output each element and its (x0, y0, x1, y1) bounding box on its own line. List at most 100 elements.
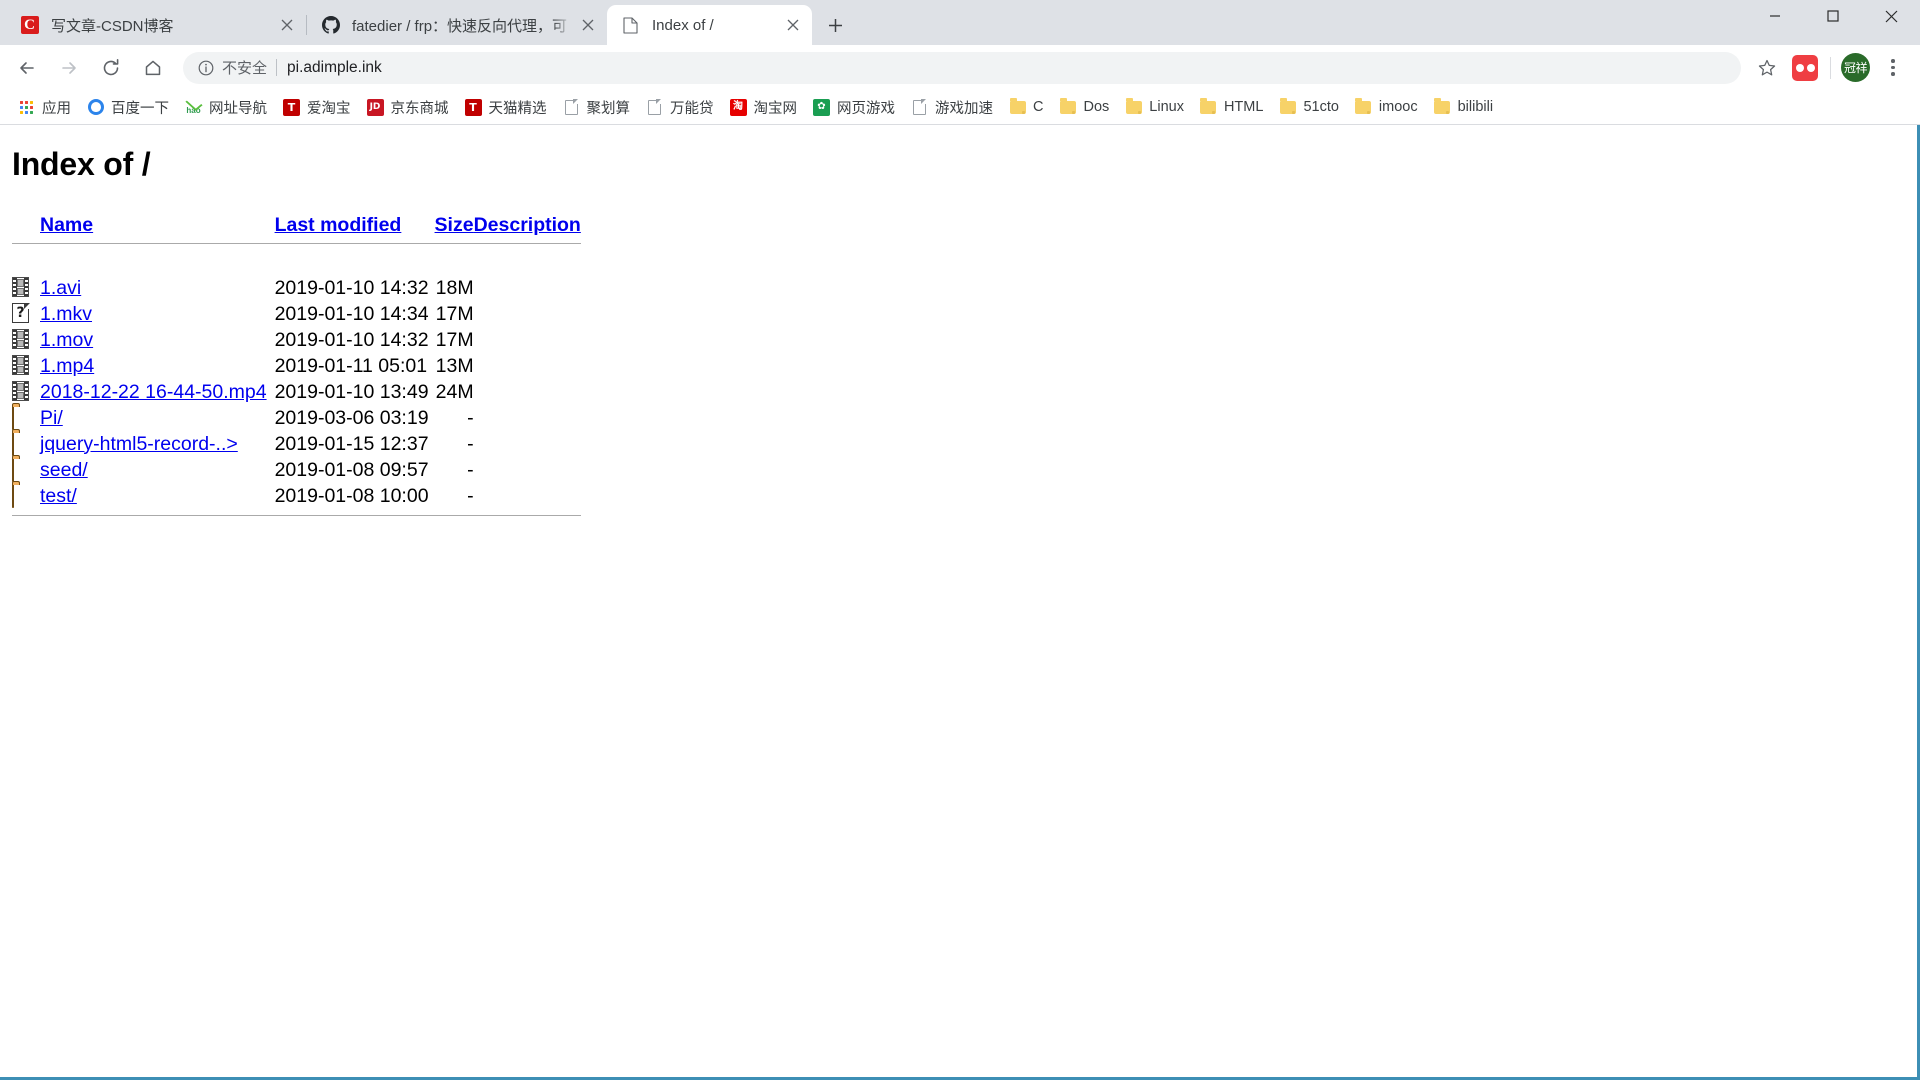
bookmark-folder-51cto[interactable]: 51cto (1271, 94, 1346, 120)
folder-icon (1125, 97, 1142, 116)
home-button[interactable] (134, 49, 172, 87)
tab-strip: C 写文章-CSDN博客 fatedier / frp：快速反向代理，可 Ind… (0, 0, 1920, 45)
bookmark-folder-imooc[interactable]: imooc (1347, 94, 1426, 120)
file-link[interactable]: seed/ (40, 459, 88, 481)
bookmark-folder-html[interactable]: HTML (1192, 94, 1271, 120)
close-icon[interactable] (274, 12, 300, 38)
chrome-menu-icon[interactable] (1876, 51, 1910, 85)
new-tab-button[interactable] (818, 8, 852, 42)
header-separator-cell (12, 237, 581, 249)
header-icon-col (12, 214, 40, 237)
row-icon-cell (12, 275, 40, 301)
file-link[interactable]: test/ (40, 485, 77, 507)
table-row[interactable]: 1.mp4 2019-01-11 05:01 13M (12, 353, 581, 379)
row-size-cell: - (467, 432, 474, 455)
row-name-cell[interactable]: 2018-12-22 16-44-50.mp4 (40, 379, 275, 405)
bookmark-label: 天猫精选 (488, 100, 547, 117)
header-description[interactable]: Description (474, 214, 581, 237)
table-row[interactable]: 1.avi 2019-01-10 14:32 18M (12, 275, 581, 301)
bookmark-label: 网址导航 (209, 100, 267, 117)
bookmark-tmall[interactable]: T 天猫精选 (457, 94, 555, 120)
file-link[interactable]: 1.mkv (40, 303, 92, 325)
bookmark-gameboost[interactable]: 游戏加速 (903, 94, 1001, 120)
row-modified-cell: 2019-03-06 03:19 (274, 406, 429, 429)
window-controls (1746, 0, 1920, 45)
url-text[interactable]: pi.adimple.ink (287, 59, 382, 77)
row-size-cell: 24M (435, 380, 474, 403)
info-circle-icon[interactable] (197, 59, 215, 77)
file-link[interactable]: 1.mp4 (40, 355, 94, 377)
row-modified-cell: 2019-01-10 14:32 (274, 276, 429, 299)
file-link[interactable]: 1.avi (40, 277, 81, 299)
row-description-cell (474, 353, 581, 379)
row-size-cell: 18M (435, 276, 474, 299)
bookmark-taobao[interactable]: 淘 淘宝网 (722, 94, 806, 120)
row-name-cell[interactable]: 1.mov (40, 327, 275, 353)
row-name-cell[interactable]: jquery-html5-record-..> (40, 431, 275, 457)
row-description-cell (474, 457, 581, 483)
row-description-cell (474, 405, 581, 431)
row-modified-cell: 2019-01-10 14:34 (274, 302, 429, 325)
sort-by-date-link[interactable]: Last modified (275, 214, 402, 236)
tab-csdn[interactable]: C 写文章-CSDN博客 (6, 5, 306, 45)
row-name-cell[interactable]: test/ (40, 483, 275, 509)
page-icon (911, 99, 928, 116)
bookmark-webgames[interactable]: ✿ 网页游戏 (805, 94, 903, 120)
bookmark-baidu[interactable]: 百度一下 (79, 94, 177, 120)
row-icon-cell (12, 353, 40, 379)
table-row[interactable]: Pi/2019-03-06 03:19 - (12, 405, 581, 431)
sort-by-size-link[interactable]: Size (435, 214, 474, 236)
row-name-cell[interactable]: seed/ (40, 457, 275, 483)
bookmark-star-icon[interactable] (1750, 51, 1784, 85)
close-window-button[interactable] (1862, 0, 1920, 32)
back-button[interactable] (8, 49, 46, 87)
address-bar[interactable]: 不安全 pi.adimple.ink (183, 51, 1741, 84)
row-name-cell[interactable]: Pi/ (40, 405, 275, 431)
bookmark-wannengdai[interactable]: 万能贷 (638, 94, 722, 120)
file-link[interactable]: 1.mov (40, 329, 93, 351)
row-name-cell[interactable]: 1.mp4 (40, 353, 275, 379)
close-icon[interactable] (780, 12, 806, 38)
table-row[interactable]: 2018-12-22 16-44-50.mp4 2019-01-10 13:49 2… (12, 379, 581, 405)
extension-icon[interactable] (1792, 54, 1818, 81)
folder-icon (1200, 97, 1217, 116)
row-name-cell[interactable]: 1.mkv (40, 301, 275, 327)
reload-button[interactable] (92, 49, 130, 87)
table-row[interactable]: test/2019-01-08 10:00 - (12, 483, 581, 509)
file-link[interactable]: jquery-html5-record-..> (40, 433, 238, 455)
forward-button[interactable] (50, 49, 88, 87)
close-icon[interactable] (575, 12, 601, 38)
tab-index-of[interactable]: Index of / (607, 5, 812, 45)
omnibox-divider (276, 59, 278, 76)
row-size-cell: - (467, 406, 474, 429)
header-separator-row (12, 237, 581, 249)
file-link[interactable]: 2018-12-22 16-44-50.mp4 (40, 381, 267, 403)
header-last-modified[interactable]: Last modified (275, 214, 429, 237)
table-row[interactable]: jquery-html5-record-..> 2019-01-15 12:37 - (12, 431, 581, 457)
bookmark-apps[interactable]: 应用 (10, 94, 79, 120)
bookmark-folder-c[interactable]: C (1001, 94, 1051, 120)
sort-by-name-link[interactable]: Name (40, 214, 93, 236)
bookmark-folder-dos[interactable]: Dos (1051, 94, 1117, 120)
bookmark-jd[interactable]: JD 京东商城 (359, 94, 457, 120)
bookmark-label: Dos (1083, 99, 1110, 115)
table-row[interactable]: 1.mov 2019-01-10 14:32 17M (12, 327, 581, 353)
bookmark-folder-bilibili[interactable]: bilibili (1426, 94, 1501, 120)
bookmark-itaobao[interactable]: T 爱淘宝 (275, 94, 359, 120)
header-size[interactable]: Size (429, 214, 474, 237)
sort-by-description-link[interactable]: Description (474, 214, 581, 236)
minimize-button[interactable] (1746, 0, 1804, 32)
table-header-row: Name Last modified Size Description (12, 214, 581, 237)
file-link[interactable]: Pi/ (40, 407, 63, 429)
bookmark-hao123[interactable]: hao 网址导航 (177, 94, 275, 120)
bookmark-folder-linux[interactable]: Linux (1117, 94, 1192, 120)
row-name-cell[interactable]: 1.avi (40, 275, 275, 301)
bookmark-juhuasuan[interactable]: 聚划算 (555, 94, 639, 120)
table-row[interactable]: ? 1.mkv 2019-01-10 14:34 17M (12, 301, 581, 327)
spacer-row (12, 249, 581, 275)
table-row[interactable]: seed/2019-01-08 09:57 - (12, 457, 581, 483)
header-name[interactable]: Name (40, 214, 275, 237)
avatar[interactable]: 冠祥 (1841, 53, 1870, 82)
maximize-button[interactable] (1804, 0, 1862, 32)
tab-github-frp[interactable]: fatedier / frp：快速反向代理，可 (307, 5, 607, 45)
